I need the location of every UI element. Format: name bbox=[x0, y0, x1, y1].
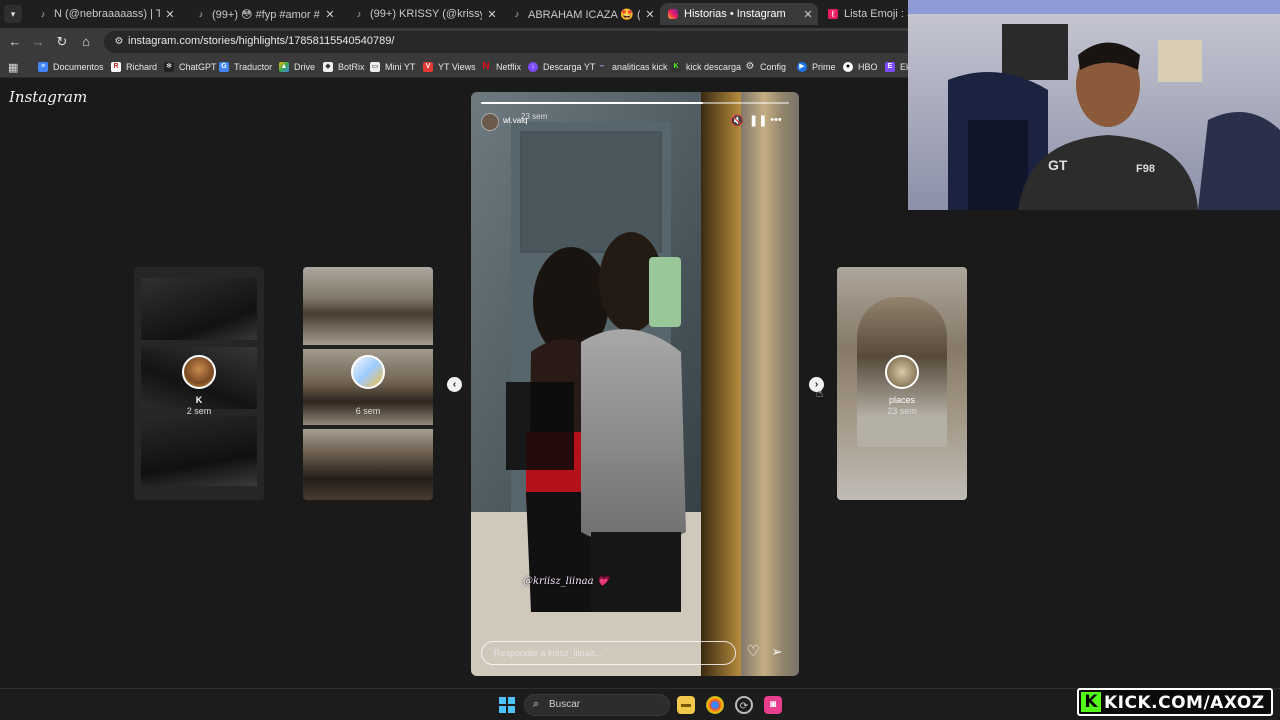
botrix-icon: ◆ bbox=[323, 62, 333, 72]
file-explorer-icon[interactable]: ▬ bbox=[677, 696, 695, 714]
tab-search-menu-button[interactable]: ▾ bbox=[4, 5, 22, 23]
bookmark-kick-descarga[interactable]: Kkick descarga bbox=[671, 60, 741, 74]
bookmark-documentos[interactable]: ≡ Documentos bbox=[38, 60, 104, 74]
mute-icon[interactable]: 🔇 bbox=[730, 114, 744, 127]
bookmark-analiticas-kick[interactable]: ∽ analiticas kick bbox=[597, 60, 667, 74]
forward-arrow-icon[interactable]: → bbox=[30, 34, 46, 50]
bookmark-ek[interactable]: E Ek bbox=[885, 60, 911, 74]
bookmark-hbo[interactable]: ● HBO bbox=[843, 60, 878, 74]
story-owner-name: places bbox=[888, 395, 915, 405]
svg-text:F98: F98 bbox=[1136, 163, 1155, 175]
story-time: 6 sem bbox=[355, 406, 381, 416]
avatar bbox=[351, 355, 385, 389]
bookmark-netflix[interactable]: N Netflix bbox=[481, 60, 521, 74]
story-owner-name: K bbox=[195, 395, 203, 405]
browser-tab[interactable]: ♪ (99+) KRISSY (@krissy_angi) | Ti ✕ bbox=[346, 3, 502, 25]
pause-icon[interactable]: ❚❚ bbox=[749, 114, 767, 127]
search-icon: ⌕ bbox=[533, 698, 540, 710]
instagram-logo[interactable]: Instagram bbox=[9, 88, 87, 106]
url-text[interactable]: instagram.com/stories/highlights/1785811… bbox=[128, 35, 394, 47]
ek-icon: E bbox=[885, 62, 895, 72]
browser-tab[interactable]: ♪ (99+) 😳 #fyp #amor #paratii | ✕ bbox=[188, 3, 340, 25]
heart-icon[interactable]: ♡ bbox=[744, 643, 762, 661]
avatar bbox=[182, 355, 216, 389]
avatar[interactable] bbox=[481, 113, 499, 131]
emoji-icon: ℓ bbox=[828, 9, 838, 19]
prime-icon: ▶ bbox=[797, 62, 807, 72]
svg-text:GT: GT bbox=[1048, 157, 1068, 173]
home-icon[interactable]: ⌂ bbox=[78, 34, 94, 50]
story-mention-sticker[interactable]: @kriisz_liinaa 💗 bbox=[523, 576, 609, 587]
previous-story-arrow-icon[interactable]: ‹ bbox=[447, 377, 462, 392]
browser-tab[interactable]: ♪ ABRAHAM ICAZA 🤩 (@abraha ✕ bbox=[504, 3, 660, 25]
kick-icon: K bbox=[671, 62, 681, 72]
mouse-cursor: ☝ bbox=[816, 386, 824, 400]
story-preview-card[interactable]: 6 sem bbox=[303, 267, 433, 500]
instagram-icon bbox=[668, 9, 678, 19]
close-tab-icon[interactable]: ✕ bbox=[486, 8, 498, 21]
browser-tab-active[interactable]: Historias • Instagram ✕ bbox=[660, 3, 818, 25]
close-tab-icon[interactable]: ✕ bbox=[164, 8, 176, 21]
apps-grid-icon[interactable]: ▦ bbox=[8, 60, 18, 74]
kick-channel-banner: K KICK.COM/AXOZ bbox=[1077, 688, 1273, 716]
miniyt-icon: ▭ bbox=[370, 62, 380, 72]
close-tab-icon[interactable]: ✕ bbox=[644, 8, 656, 21]
translate-icon: G bbox=[219, 62, 229, 72]
windows-start-icon[interactable] bbox=[499, 697, 515, 713]
r-icon: R bbox=[111, 62, 121, 72]
send-icon[interactable]: ➢ bbox=[768, 643, 786, 661]
analytics-icon: ∽ bbox=[599, 63, 605, 70]
bookmark-drive[interactable]: ▲ Drive bbox=[279, 60, 315, 74]
back-arrow-icon[interactable]: ← bbox=[7, 34, 23, 50]
close-tab-icon[interactable]: ✕ bbox=[324, 8, 336, 21]
browser-tab[interactable]: ℓ Lista Emoji : Símbolo bbox=[820, 3, 910, 25]
streamer-webcam-image: GT F98 bbox=[908, 0, 1280, 210]
taskbar-search-box[interactable]: ⌕ Buscar bbox=[524, 694, 670, 716]
bookmark-richard[interactable]: R Richard bbox=[111, 60, 157, 74]
close-tab-icon[interactable]: ✕ bbox=[802, 8, 814, 21]
story-progress-bar bbox=[481, 102, 789, 104]
settings-app-icon[interactable]: ⟳ bbox=[735, 696, 753, 714]
tiktok-icon: ♪ bbox=[40, 9, 46, 19]
browser-tab[interactable]: ♪ N (@nebraaaaass) | TikTok ✕ bbox=[30, 3, 180, 25]
kick-channel-url: KICK.COM/AXOZ bbox=[1104, 693, 1265, 713]
story-preview-card[interactable]: K 2 sem bbox=[134, 267, 264, 500]
bookmark-mini-yt[interactable]: ▭ Mini YT bbox=[370, 60, 415, 74]
chrome-icon[interactable] bbox=[706, 696, 724, 714]
drive-icon: ▲ bbox=[279, 62, 289, 72]
docs-icon: ≡ bbox=[38, 62, 48, 72]
more-options-icon[interactable]: ••• bbox=[769, 114, 783, 126]
story-time: 2 sem bbox=[186, 406, 212, 416]
site-info-icon[interactable]: ⚙ bbox=[112, 35, 126, 49]
bookmark-traductor[interactable]: G Traductor bbox=[219, 60, 272, 74]
webcam-overlay: GT F98 bbox=[908, 0, 1280, 210]
bookmark-yt-views[interactable]: V YT Views bbox=[423, 60, 476, 74]
chatgpt-icon: ✻ bbox=[164, 62, 174, 72]
reply-input[interactable] bbox=[481, 641, 736, 665]
gear-icon: ⚙ bbox=[745, 61, 755, 72]
story-image bbox=[471, 92, 799, 676]
tiktok-icon: ♪ bbox=[198, 9, 204, 19]
bookmark-prime[interactable]: ▶ Prime bbox=[797, 60, 836, 74]
ytviews-icon: V bbox=[423, 62, 433, 72]
netflix-icon: N bbox=[482, 61, 490, 72]
story-preview-card[interactable]: places 23 sem bbox=[837, 267, 967, 500]
tiktok-icon: ♪ bbox=[514, 9, 520, 19]
story-viewer[interactable]: 23 sem wl.valq 🔇 ❚❚ ••• @kriisz_liinaa 💗… bbox=[471, 92, 799, 676]
app-icon[interactable]: ◙ bbox=[764, 696, 782, 714]
story-progress-fill bbox=[481, 102, 703, 104]
reload-icon[interactable]: ↻ bbox=[54, 34, 70, 50]
download-icon: ↓ bbox=[528, 62, 538, 72]
tiktok-icon: ♪ bbox=[356, 9, 362, 19]
story-username[interactable]: wl.valq bbox=[503, 116, 527, 125]
kick-logo-icon: K bbox=[1081, 692, 1101, 712]
bookmark-config[interactable]: ⚙ Config bbox=[745, 60, 787, 74]
story-time: 23 sem bbox=[887, 406, 917, 416]
bookmark-descarga-yt[interactable]: ↓ Descarga YT bbox=[528, 60, 595, 74]
avatar bbox=[885, 355, 919, 389]
hbo-icon: ● bbox=[843, 62, 853, 72]
bookmark-botrix[interactable]: ◆ BotRix bbox=[323, 60, 365, 74]
bookmark-chatgpt[interactable]: ✻ ChatGPT bbox=[164, 60, 217, 74]
